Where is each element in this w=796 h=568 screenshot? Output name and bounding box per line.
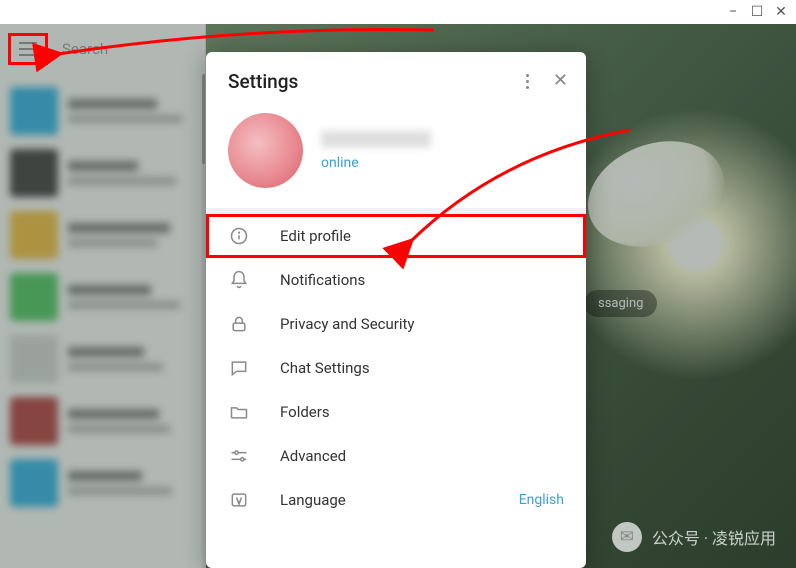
- folder-icon: [228, 401, 250, 423]
- sliders-icon: [228, 445, 250, 467]
- chat-item[interactable]: [0, 328, 205, 390]
- info-icon: [228, 225, 250, 247]
- menu-item-folders[interactable]: Folders: [206, 390, 586, 434]
- menu-item-notifications[interactable]: Notifications: [206, 258, 586, 302]
- more-options-button[interactable]: [522, 70, 533, 93]
- chat-sidebar: Search: [0, 24, 206, 568]
- menu-label: Advanced: [280, 447, 564, 465]
- chat-item[interactable]: [0, 390, 205, 452]
- profile-avatar[interactable]: [228, 113, 303, 188]
- chat-item[interactable]: [0, 142, 205, 204]
- menu-item-language[interactable]: Language English: [206, 478, 586, 522]
- settings-menu: Edit profile Notifications Privacy and S…: [206, 208, 586, 522]
- settings-modal: Settings ✕ online Edit profile Notificat…: [206, 52, 586, 568]
- close-settings-button[interactable]: ✕: [553, 70, 568, 93]
- menu-item-chat-settings[interactable]: Chat Settings: [206, 346, 586, 390]
- menu-label: Edit profile: [280, 227, 564, 245]
- lock-icon: [228, 313, 250, 335]
- profile-section: online: [206, 105, 586, 208]
- chat-item[interactable]: [0, 80, 205, 142]
- watermark-text: 公众号 · 凌锐应用: [652, 525, 776, 549]
- chat-list: [0, 74, 205, 514]
- language-icon: [228, 489, 250, 511]
- profile-status: online: [321, 155, 431, 171]
- menu-item-advanced[interactable]: Advanced: [206, 434, 586, 478]
- menu-item-edit-profile[interactable]: Edit profile: [206, 214, 586, 258]
- chat-item[interactable]: [0, 266, 205, 328]
- menu-label: Privacy and Security: [280, 315, 564, 333]
- profile-name: [321, 131, 431, 147]
- bell-icon: [228, 269, 250, 291]
- menu-item-privacy[interactable]: Privacy and Security: [206, 302, 586, 346]
- main-menu-button[interactable]: [19, 42, 37, 56]
- menu-value: English: [519, 492, 564, 508]
- close-window-button[interactable]: ✕: [774, 5, 788, 19]
- maximize-button[interactable]: ☐: [750, 5, 764, 19]
- background-badge: ssaging: [584, 290, 657, 317]
- annotation-highlight-menu: [8, 33, 48, 65]
- chat-item[interactable]: [0, 452, 205, 514]
- chat-item[interactable]: [0, 204, 205, 266]
- menu-label: Language: [280, 491, 489, 509]
- watermark: ✉ 公众号 · 凌锐应用: [612, 522, 776, 552]
- settings-title: Settings: [228, 70, 298, 93]
- search-input[interactable]: Search: [62, 40, 108, 58]
- menu-label: Chat Settings: [280, 359, 564, 377]
- window-titlebar: − ☐ ✕: [0, 0, 796, 24]
- menu-label: Folders: [280, 403, 564, 421]
- chat-icon: [228, 357, 250, 379]
- menu-label: Notifications: [280, 271, 564, 289]
- minimize-button[interactable]: −: [726, 5, 740, 19]
- wechat-icon: ✉: [612, 522, 642, 552]
